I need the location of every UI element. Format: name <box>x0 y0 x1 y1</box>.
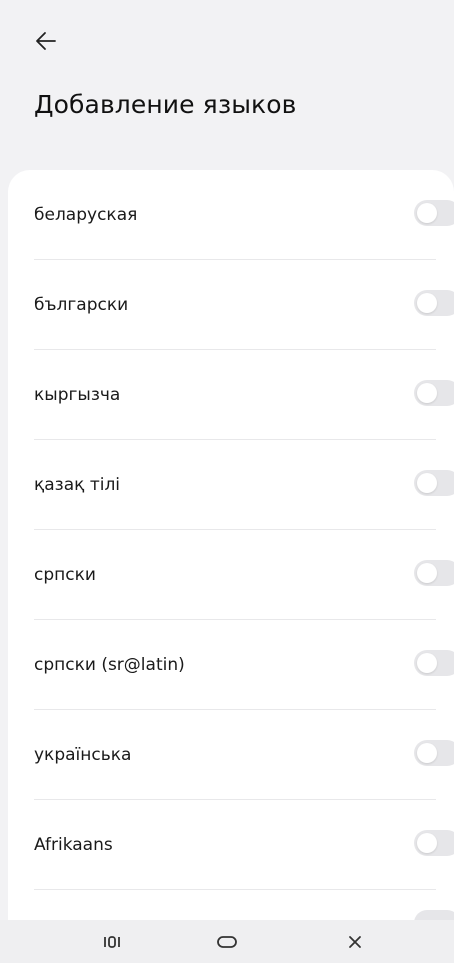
language-label: Afrikaans <box>34 835 113 855</box>
language-toggle-partial[interactable] <box>414 910 454 920</box>
arrow-left-icon <box>36 32 56 50</box>
divider <box>34 889 436 890</box>
back-button[interactable] <box>30 25 62 57</box>
app-header: Добавление языков <box>0 0 454 190</box>
language-label: беларуская <box>34 205 138 225</box>
language-toggle[interactable] <box>414 200 454 226</box>
language-label: кыргызча <box>34 385 121 405</box>
list-item[interactable]: Afrikaans <box>8 800 454 890</box>
list-item[interactable]: български <box>8 260 454 350</box>
toggle-knob <box>417 653 437 673</box>
list-item[interactable]: српски <box>8 530 454 620</box>
language-label: български <box>34 295 129 315</box>
close-icon <box>349 936 361 948</box>
toggle-knob <box>417 833 437 853</box>
system-navbar <box>0 920 454 963</box>
list-item[interactable]: кыргызча <box>8 350 454 440</box>
list-item[interactable]: српски (sr@latin) <box>8 620 454 710</box>
language-toggle[interactable] <box>414 290 454 316</box>
language-list: беларуская български кыргызча қазақ тілі… <box>8 170 454 920</box>
list-item[interactable]: українська <box>8 710 454 800</box>
close-button[interactable] <box>335 928 375 956</box>
page-title: Добавление языков <box>34 90 297 119</box>
home-button[interactable] <box>207 928 247 956</box>
language-label: қазақ тілі <box>34 475 121 495</box>
language-toggle[interactable] <box>414 830 454 856</box>
toggle-knob <box>417 563 437 583</box>
language-toggle[interactable] <box>414 470 454 496</box>
language-label: српски (sr@latin) <box>34 655 185 675</box>
home-icon <box>217 936 237 948</box>
recents-button[interactable] <box>92 928 132 956</box>
list-item[interactable]: беларуская <box>8 170 454 260</box>
language-toggle[interactable] <box>414 560 454 586</box>
language-label: српски <box>34 565 96 585</box>
toggle-knob <box>417 203 437 223</box>
toggle-knob <box>417 383 437 403</box>
language-toggle[interactable] <box>414 740 454 766</box>
toggle-knob <box>417 473 437 493</box>
language-toggle[interactable] <box>414 380 454 406</box>
toggle-knob <box>417 743 437 763</box>
language-toggle[interactable] <box>414 650 454 676</box>
list-item[interactable]: қазақ тілі <box>8 440 454 530</box>
language-label: українська <box>34 745 132 765</box>
toggle-knob <box>417 293 437 313</box>
recents-icon <box>104 936 120 948</box>
